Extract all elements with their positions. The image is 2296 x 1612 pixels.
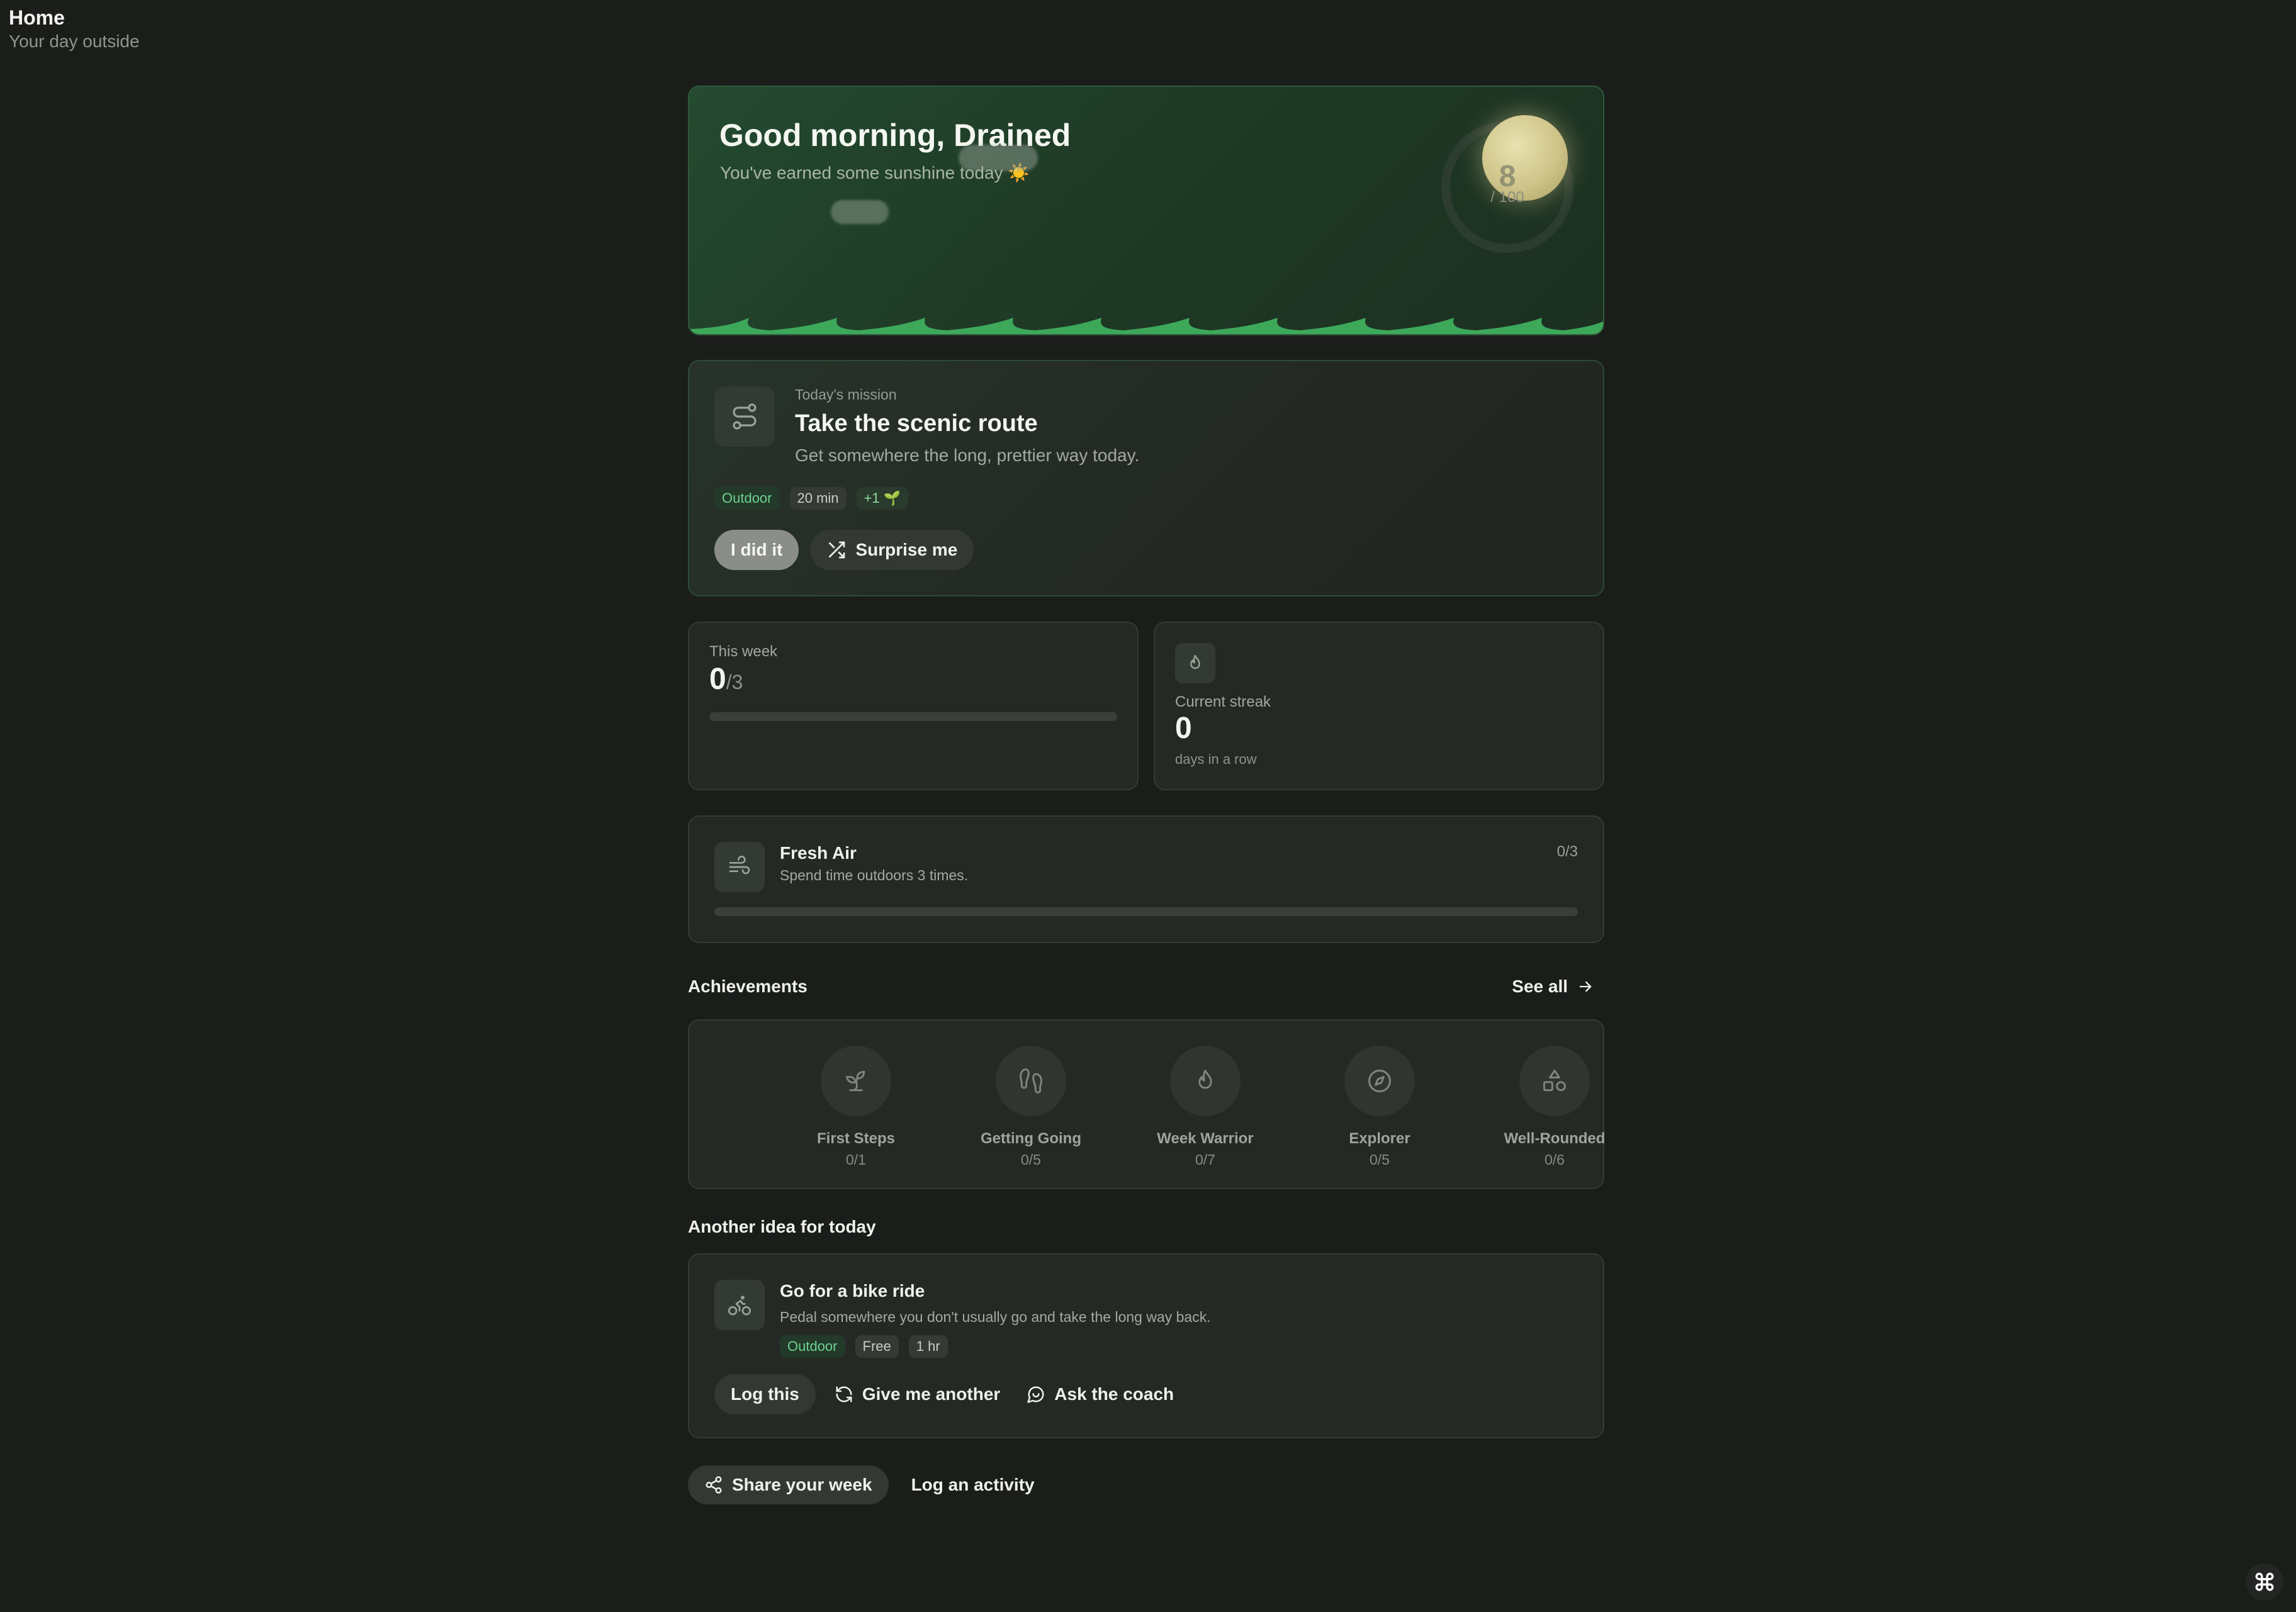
- streak-label: Current streak: [1175, 693, 1271, 710]
- flame-icon: [1170, 1046, 1241, 1116]
- idea-section-title: Another idea for today: [688, 1217, 876, 1236]
- mission-card: Today's mission Take the scenic route Ge…: [688, 360, 1604, 596]
- command-icon[interactable]: [2246, 1563, 2283, 1601]
- badge-name: Week Warrior: [1157, 1130, 1254, 1147]
- surprise-me-button[interactable]: Surprise me: [810, 530, 974, 570]
- tag-cost: Free: [855, 1335, 899, 1358]
- compass-icon: [1344, 1046, 1415, 1116]
- tag-category: Outdoor: [780, 1335, 845, 1358]
- app-root: Home Your day outside Good morning, Drai…: [0, 0, 2296, 1612]
- shuffle-icon: [829, 541, 845, 559]
- streak-value: 0: [1175, 712, 1192, 745]
- page-subtitle: Your day outside: [9, 31, 140, 51]
- footer-actions: Share your week Log an activity: [688, 1465, 1042, 1505]
- see-all-link[interactable]: See all: [1512, 977, 1594, 997]
- tag-reward-text: +1: [864, 490, 880, 506]
- refresh-icon: [836, 1386, 852, 1402]
- i-did-it-button[interactable]: I did it: [714, 530, 799, 570]
- week-progress-bar: [709, 712, 1117, 721]
- badge-getting-going[interactable]: Getting Going 0/5: [955, 1046, 1106, 1168]
- surprise-me-label: Surprise me: [855, 540, 958, 559]
- streak-sub: days in a row: [1175, 751, 1257, 767]
- footprints-icon: [996, 1046, 1066, 1116]
- sprout-icon: 🌱: [883, 490, 901, 506]
- sprout-icon: [821, 1046, 891, 1116]
- see-all-label: See all: [1512, 977, 1568, 996]
- give-me-another-label: Give me another: [862, 1384, 1001, 1404]
- badge-progress: 0/5: [1021, 1151, 1041, 1168]
- grass-decoration: [689, 318, 1603, 334]
- mission-actions: I did it Surprise me: [714, 530, 974, 570]
- tag-duration: 20 min: [789, 487, 847, 510]
- mission-description: Get somewhere the long, prettier way tod…: [795, 445, 1140, 465]
- chat-icon: [1027, 1386, 1044, 1403]
- badge-name: First Steps: [816, 1130, 896, 1147]
- badge-week-warrior[interactable]: Week Warrior 0/7: [1130, 1046, 1281, 1168]
- hero-card: Good morning, Drained You've earned some…: [688, 86, 1604, 335]
- score-max: / 100: [1490, 189, 1524, 206]
- badge-name: Explorer: [1349, 1130, 1410, 1147]
- badge-explorer[interactable]: Explorer 0/5: [1304, 1046, 1455, 1168]
- give-me-another-button[interactable]: Give me another: [827, 1374, 1008, 1414]
- challenge-card: Fresh Air Spend time outdoors 3 times. 0…: [688, 815, 1604, 943]
- bike-icon: [714, 1280, 765, 1330]
- cloud-decoration: [959, 145, 1038, 171]
- badge-progress: 0/1: [846, 1151, 866, 1168]
- badge-name: Getting Going: [981, 1130, 1081, 1147]
- idea-tags: Outdoor Free 1 hr: [780, 1335, 948, 1358]
- ask-coach-label: Ask the coach: [1054, 1384, 1174, 1404]
- challenge-title: Fresh Air: [780, 843, 857, 863]
- badge-progress: 0/6: [1545, 1151, 1565, 1168]
- page-header: Home Your day outside: [9, 5, 140, 52]
- challenge-progress-bar: [714, 907, 1578, 916]
- mission-tags: Outdoor 20 min +1 🌱: [714, 487, 909, 510]
- badge-name: Well-Rounded: [1504, 1130, 1606, 1147]
- ask-coach-button[interactable]: Ask the coach: [1019, 1374, 1181, 1414]
- badge-well-rounded[interactable]: Well-Rounded 0/6: [1479, 1046, 1630, 1168]
- week-label: This week: [709, 643, 778, 660]
- badge-progress: 0/7: [1195, 1151, 1215, 1168]
- page-title: Home: [9, 6, 65, 29]
- idea-actions: Log this Give me another Ask the coach: [714, 1374, 1181, 1414]
- badge-progress: 0/5: [1370, 1151, 1390, 1168]
- flame-icon: [1175, 643, 1215, 683]
- share-icon: [706, 1476, 722, 1494]
- weekly-progress-card: This week 0/3: [688, 622, 1139, 790]
- share-week-button[interactable]: Share your week: [688, 1465, 889, 1504]
- challenge-description: Spend time outdoors 3 times.: [780, 867, 969, 883]
- log-this-button[interactable]: Log this: [714, 1374, 816, 1414]
- mission-eyebrow: Today's mission: [795, 386, 897, 403]
- tag-reward: +1 🌱: [856, 487, 909, 510]
- share-week-label: Share your week: [732, 1475, 872, 1494]
- mission-title: Take the scenic route: [795, 410, 1038, 437]
- wind-icon: [714, 842, 765, 892]
- log-activity-button[interactable]: Log an activity: [904, 1465, 1042, 1505]
- route-icon: [714, 386, 775, 447]
- week-count: 0/3: [709, 662, 743, 697]
- week-value: 0: [709, 663, 726, 696]
- badge-first-steps[interactable]: First Steps 0/1: [780, 1046, 931, 1168]
- achievements-card: First Steps 0/1 Getting Going 0/5 Week W…: [688, 1019, 1605, 1189]
- streak-card: Current streak 0 days in a row: [1154, 622, 1604, 790]
- tag-duration: 1 hr: [908, 1335, 948, 1358]
- arrow-right-icon: [1579, 981, 1592, 992]
- challenge-count: 0/3: [1556, 843, 1578, 860]
- greeting-subtitle-text: You've earned some sunshine today: [720, 163, 1003, 182]
- shapes-icon: [1519, 1046, 1590, 1116]
- week-goal: /3: [726, 671, 743, 693]
- cloud-decoration: [831, 200, 889, 224]
- achievements-title: Achievements: [688, 977, 808, 996]
- tag-category: Outdoor: [714, 487, 780, 510]
- idea-title: Go for a bike ride: [780, 1281, 925, 1301]
- idea-card: Go for a bike ride Pedal somewhere you d…: [688, 1253, 1604, 1438]
- idea-description: Pedal somewhere you don't usually go and…: [780, 1309, 1211, 1325]
